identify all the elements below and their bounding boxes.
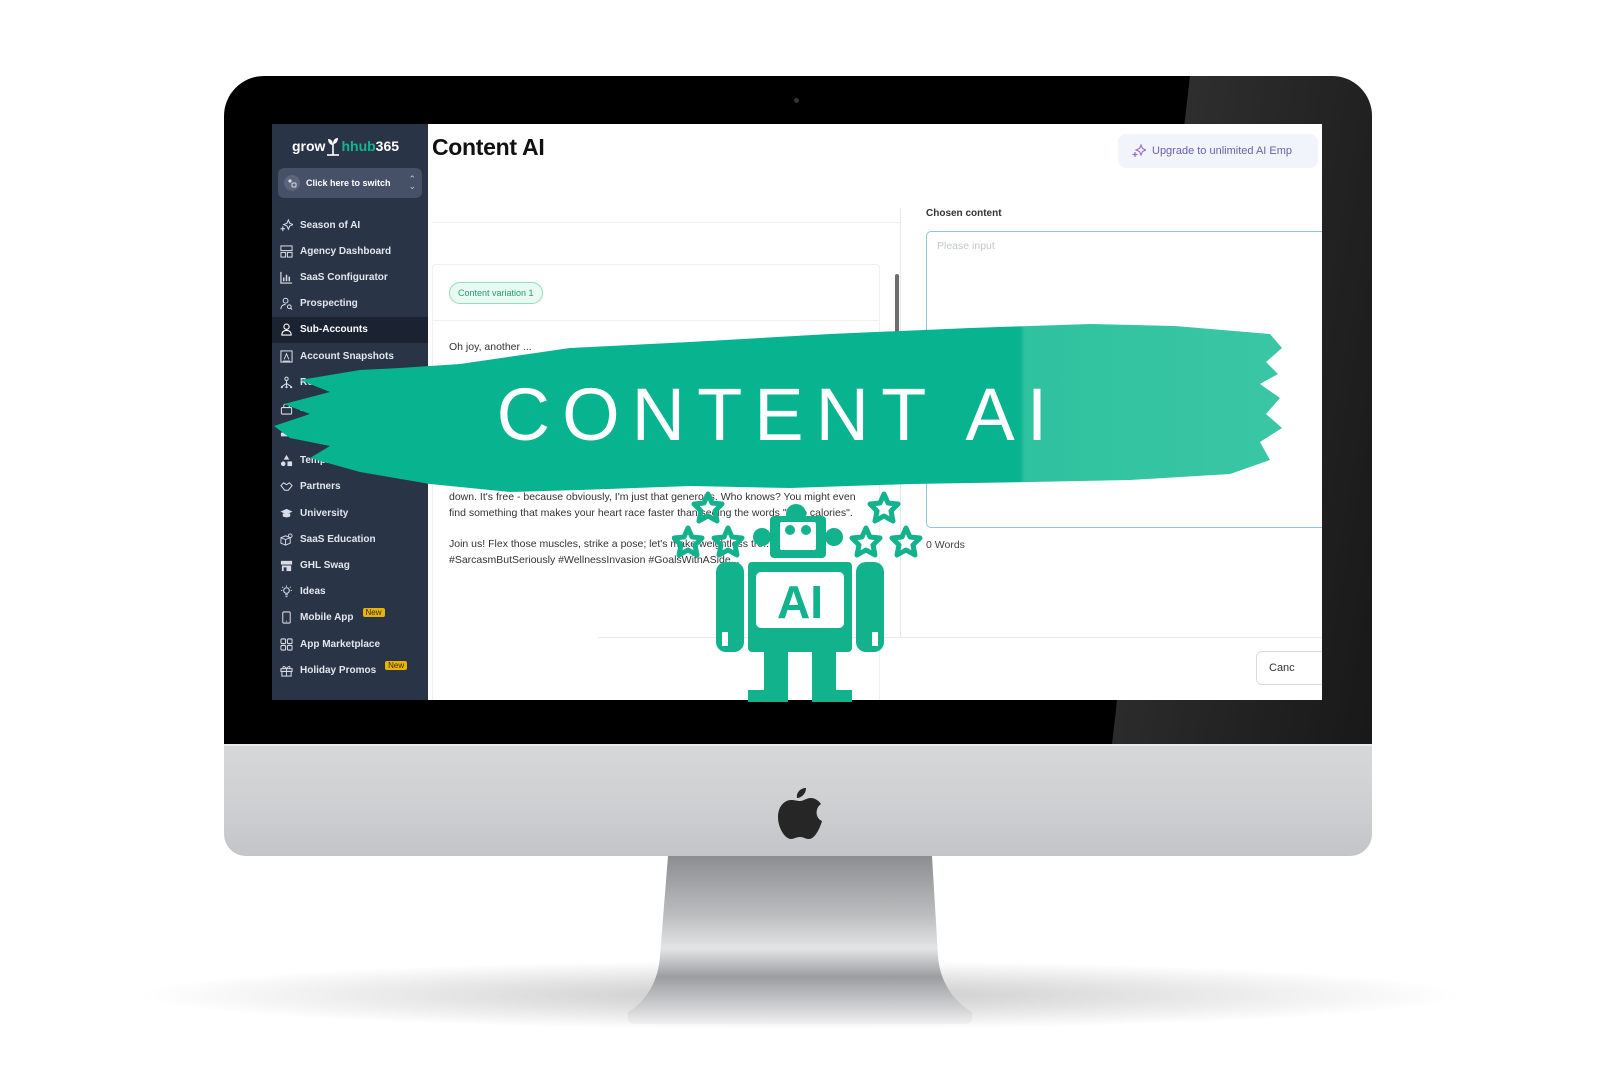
logo-text-365: 365 [375, 138, 400, 154]
gift-icon [280, 665, 293, 677]
sidebar-item-label: University [300, 507, 349, 519]
sidebar-item-label: Prospecting [300, 298, 358, 310]
sidebar-item-app-marketplace[interactable]: App Marketplace [272, 631, 428, 657]
sidebar-item-label: Mobile App [300, 612, 354, 624]
sidebar-item-label: App Marketplace [300, 638, 381, 650]
sidebar-item-label: Agency Dashboard [300, 245, 392, 257]
sidebar-item-season-of-ai[interactable]: Season of AI [272, 212, 428, 238]
grid-icon [280, 638, 293, 651]
sidebar-item-mobile-app[interactable]: Mobile App New [272, 605, 428, 631]
chosen-content-label: Chosen content [926, 208, 1002, 219]
cancel-button[interactable]: Canc [1256, 651, 1322, 685]
sparkle-icon [280, 218, 293, 231]
sidebar-item-holiday-promos[interactable]: Holiday Promos New [272, 657, 428, 683]
variation-header: Content variation 1 [433, 265, 879, 321]
imac-stand [628, 856, 972, 1024]
logo-text-hub: hhub [341, 138, 376, 154]
new-badge: New [362, 608, 385, 618]
lightbulb-icon [280, 585, 293, 598]
app-logo[interactable]: grow hhub 365 [292, 134, 399, 158]
store-icon [280, 560, 293, 572]
divider [432, 222, 900, 223]
cube-icon [280, 533, 293, 546]
upgrade-button[interactable]: Upgrade to unlimited AI Emp [1118, 134, 1318, 168]
sidebar-item-ghl-swag[interactable]: GHL Swag [272, 552, 428, 578]
mobile-icon [282, 611, 291, 624]
bar-chart-icon [280, 271, 293, 284]
apple-logo-icon [778, 788, 822, 839]
graduation-cap-icon [280, 508, 293, 517]
sidebar-item-label: Ideas [300, 586, 326, 598]
user-search-icon [280, 297, 293, 311]
sidebar-item-saas-education[interactable]: SaaS Education [272, 526, 428, 552]
robot-ai-label: AI [777, 576, 823, 628]
chevron-up-down-icon: ⌃ ⌄ [408, 174, 416, 191]
switch-account-icon [284, 175, 300, 191]
page-title: Content AI [432, 134, 545, 160]
sidebar-item-prospecting[interactable]: Prospecting [272, 291, 428, 317]
sidebar-item-label: SaaS Configurator [300, 271, 388, 283]
ai-robot-icon: AI [672, 491, 923, 702]
content-variation-tag[interactable]: Content variation 1 [449, 282, 543, 304]
sidebar-item-agency-dashboard[interactable]: Agency Dashboard [272, 238, 428, 264]
sidebar-item-ideas[interactable]: Ideas [272, 579, 428, 605]
sidebar-item-label: GHL Swag [300, 560, 350, 572]
sidebar-item-label: Season of AI [300, 219, 361, 231]
sidebar-item-label: SaaS Education [300, 533, 376, 545]
upgrade-button-label: Upgrade to unlimited AI Emp [1152, 145, 1293, 157]
banner-title: CONTENT AI [496, 373, 1060, 456]
sidebar-item-saas-configurator[interactable]: SaaS Configurator [272, 264, 428, 290]
sidebar-item-university[interactable]: University [272, 500, 428, 526]
new-badge: New [385, 660, 408, 670]
dashboard-icon [280, 245, 293, 258]
camera-dot [794, 98, 799, 103]
sprout-icon [327, 138, 340, 156]
account-switcher[interactable]: Click here to switch ⌃ ⌄ [278, 168, 422, 198]
sidebar-item-label: Holiday Promos [300, 664, 377, 676]
account-switcher-label: Click here to switch [306, 178, 391, 188]
sparkle-icon [1132, 144, 1146, 157]
logo-text-grow: grow [292, 138, 326, 154]
